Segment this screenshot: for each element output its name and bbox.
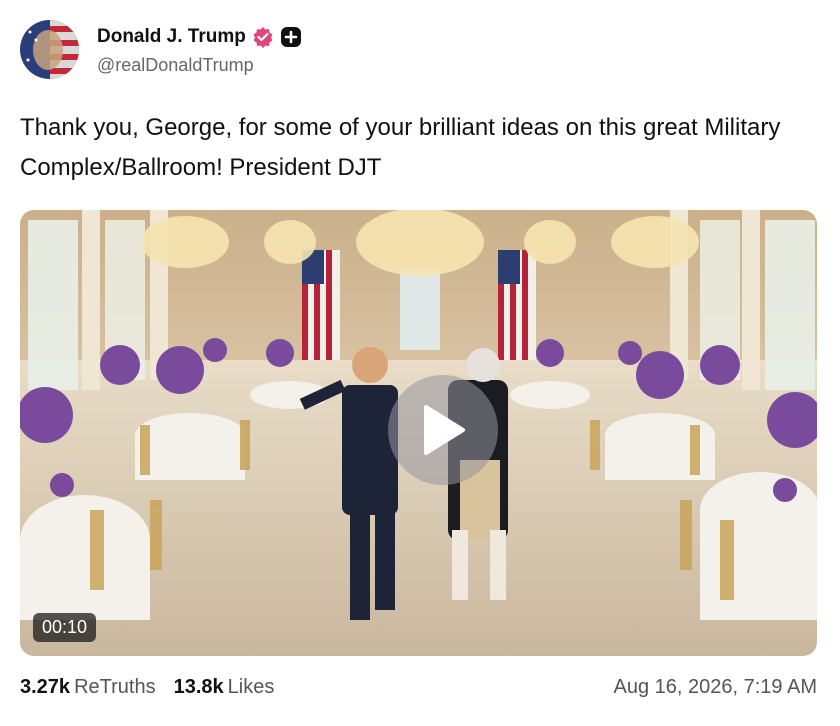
post-timestamp[interactable]: Aug 16, 2026, 7:19 AM [614,676,818,699]
likes-stat[interactable]: 13.8k Likes [174,676,275,699]
plus-badge-icon [280,26,302,48]
retruths-label: ReTruths [74,675,156,698]
video-player[interactable]: 00:10 [20,210,817,656]
post-header: Donald J. Trump @realDonaldTrump [20,20,820,82]
display-name[interactable]: Donald J. Trump [97,26,246,48]
likes-label: Likes [227,675,275,698]
post-text: Thank you, George, for some of your bril… [20,114,781,181]
retruths-count: 3.27k [20,675,71,698]
play-button[interactable] [388,375,498,485]
likes-count: 13.8k [173,675,224,698]
play-icon [424,405,465,455]
author-names: Donald J. Trump @realDonaldTrump [97,24,302,76]
display-name-row: Donald J. Trump [97,24,302,50]
avatar[interactable] [20,20,79,79]
video-duration: 00:10 [33,613,97,642]
verified-badge-icon [252,26,274,48]
user-handle[interactable]: @realDonaldTrump [97,55,302,76]
avatar-image [20,20,79,79]
retruths-stat[interactable]: 3.27k ReTruths [20,676,156,699]
post-footer: 3.27k ReTruths 13.8k Likes Aug 16, 2026, 7… [20,672,817,702]
